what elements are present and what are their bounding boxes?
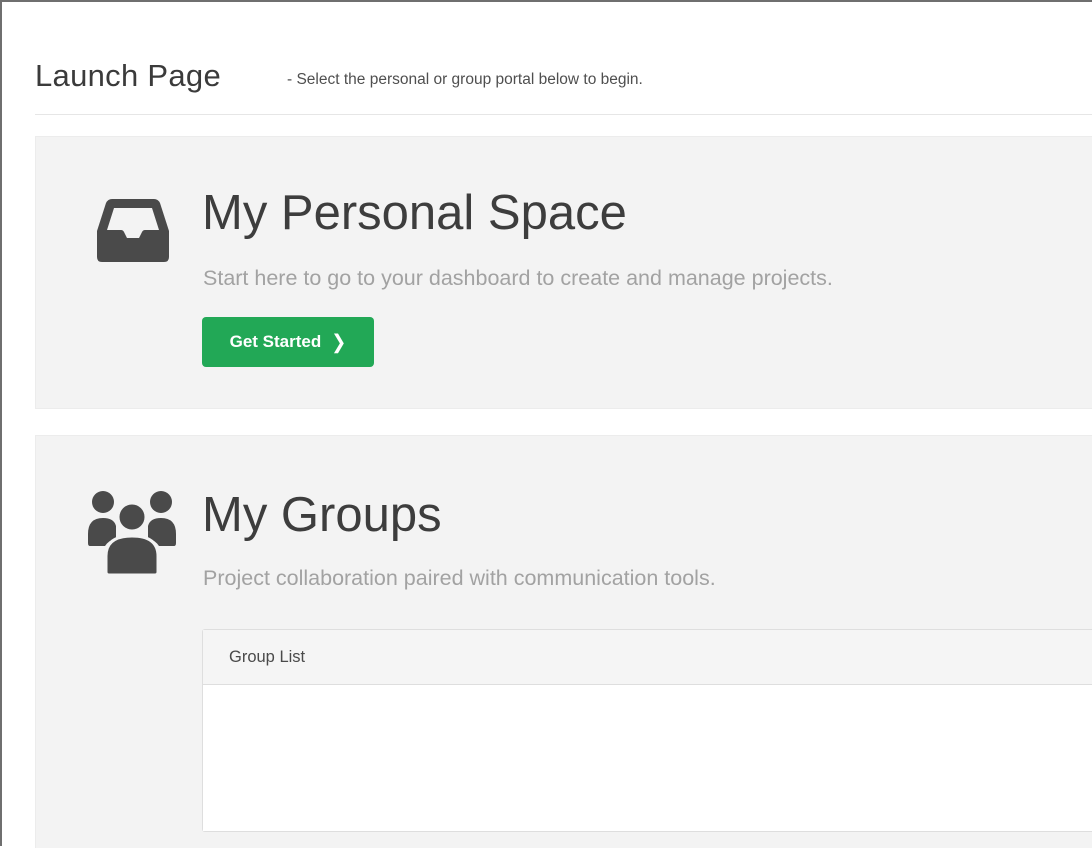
chevron-right-icon: ❯ — [331, 330, 347, 353]
users-group-icon — [88, 491, 176, 576]
get-started-label: Get Started — [229, 332, 322, 351]
group-list: Group List — [202, 629, 1092, 832]
my-groups-title: My Groups — [202, 488, 442, 542]
page-header: Launch Page - Select the personal or gro… — [35, 54, 1092, 115]
personal-space-panel: My Personal Space Start here to go to yo… — [35, 136, 1092, 409]
group-list-header: Group List — [203, 630, 1092, 685]
page-subtitle: - Select the personal or group portal be… — [287, 71, 643, 88]
group-list-body — [203, 685, 1092, 831]
app-window: Launch Page - Select the personal or gro… — [0, 0, 1092, 848]
get-started-button[interactable]: Get Started ❯ — [202, 317, 374, 367]
inbox-tray-icon — [97, 199, 169, 262]
personal-space-description: Start here to go to your dashboard to cr… — [203, 266, 833, 290]
my-groups-description: Project collaboration paired with commun… — [203, 566, 716, 590]
page-title: Launch Page — [35, 58, 222, 93]
personal-space-title: My Personal Space — [202, 186, 627, 240]
my-groups-panel: My Groups Project collaboration paired w… — [35, 435, 1092, 848]
